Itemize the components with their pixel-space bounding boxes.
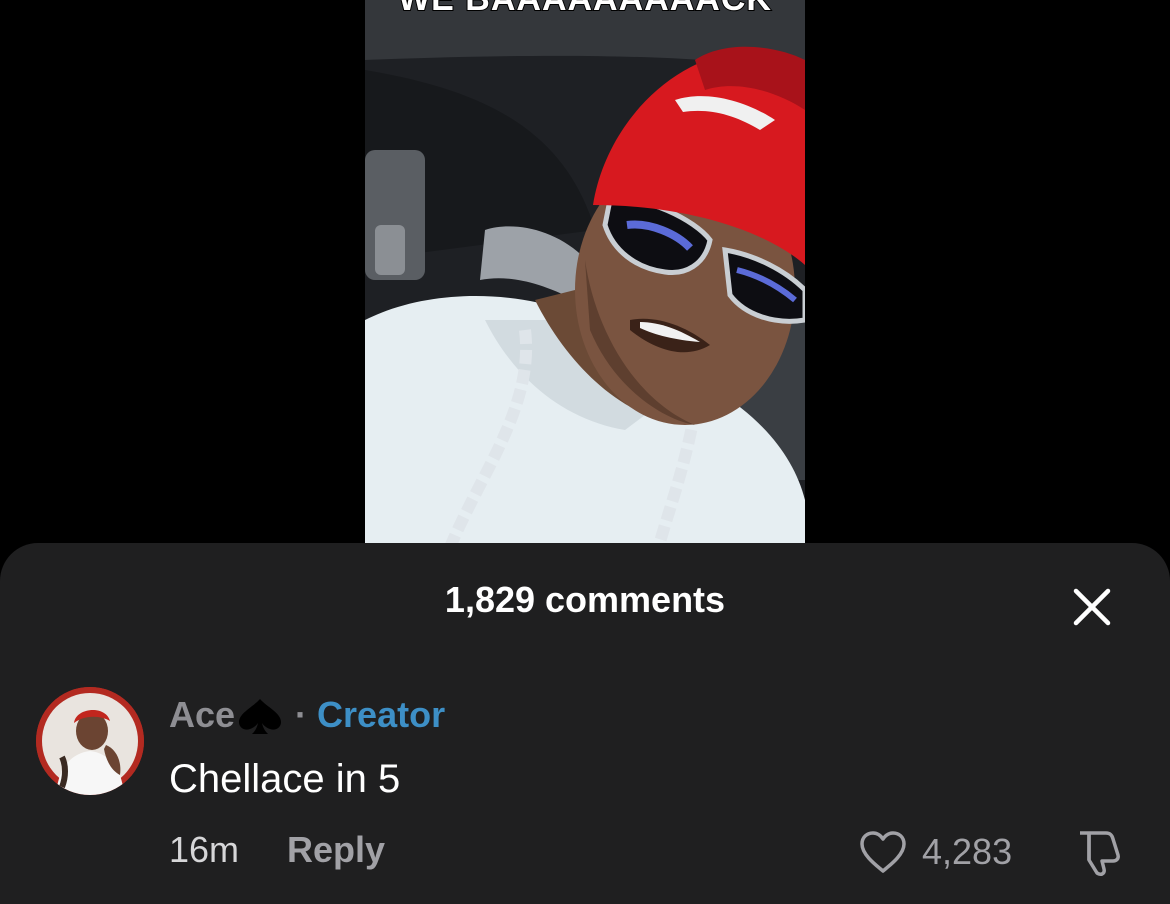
dislike-button[interactable] [1072,827,1124,879]
comments-sheet: 1,829 comments Ace · Creator Chellace in… [0,543,1170,904]
video-player[interactable]: WE BAAAAAAAAACK [365,0,805,560]
spade-icon [235,693,285,737]
comment-header: Ace · Creator [169,693,445,737]
separator-dot: · [295,694,308,735]
comment-time: 16m [169,829,240,870]
commenter-avatar[interactable] [36,687,144,795]
video-caption: WE BAAAAAAAAACK [365,0,805,19]
video-frame [365,0,805,560]
thumbs-down-icon [1080,831,1120,876]
comment-author[interactable]: Ace [169,694,235,736]
like-count: 4,283 [922,831,1013,872]
creator-badge: Creator [317,694,446,735]
close-button[interactable] [1068,583,1116,631]
screen: WE BAAAAAAAAACK 1,829 comments Ace [0,0,1170,904]
comment-text: Chellace in 5 [169,757,401,801]
comments-count-title: 1,829 comments [444,579,726,620]
avatar-image [36,687,144,795]
reply-button[interactable]: Reply [287,829,385,871]
like-button[interactable] [858,829,908,875]
heart-icon [860,831,906,873]
close-icon [1073,588,1111,626]
